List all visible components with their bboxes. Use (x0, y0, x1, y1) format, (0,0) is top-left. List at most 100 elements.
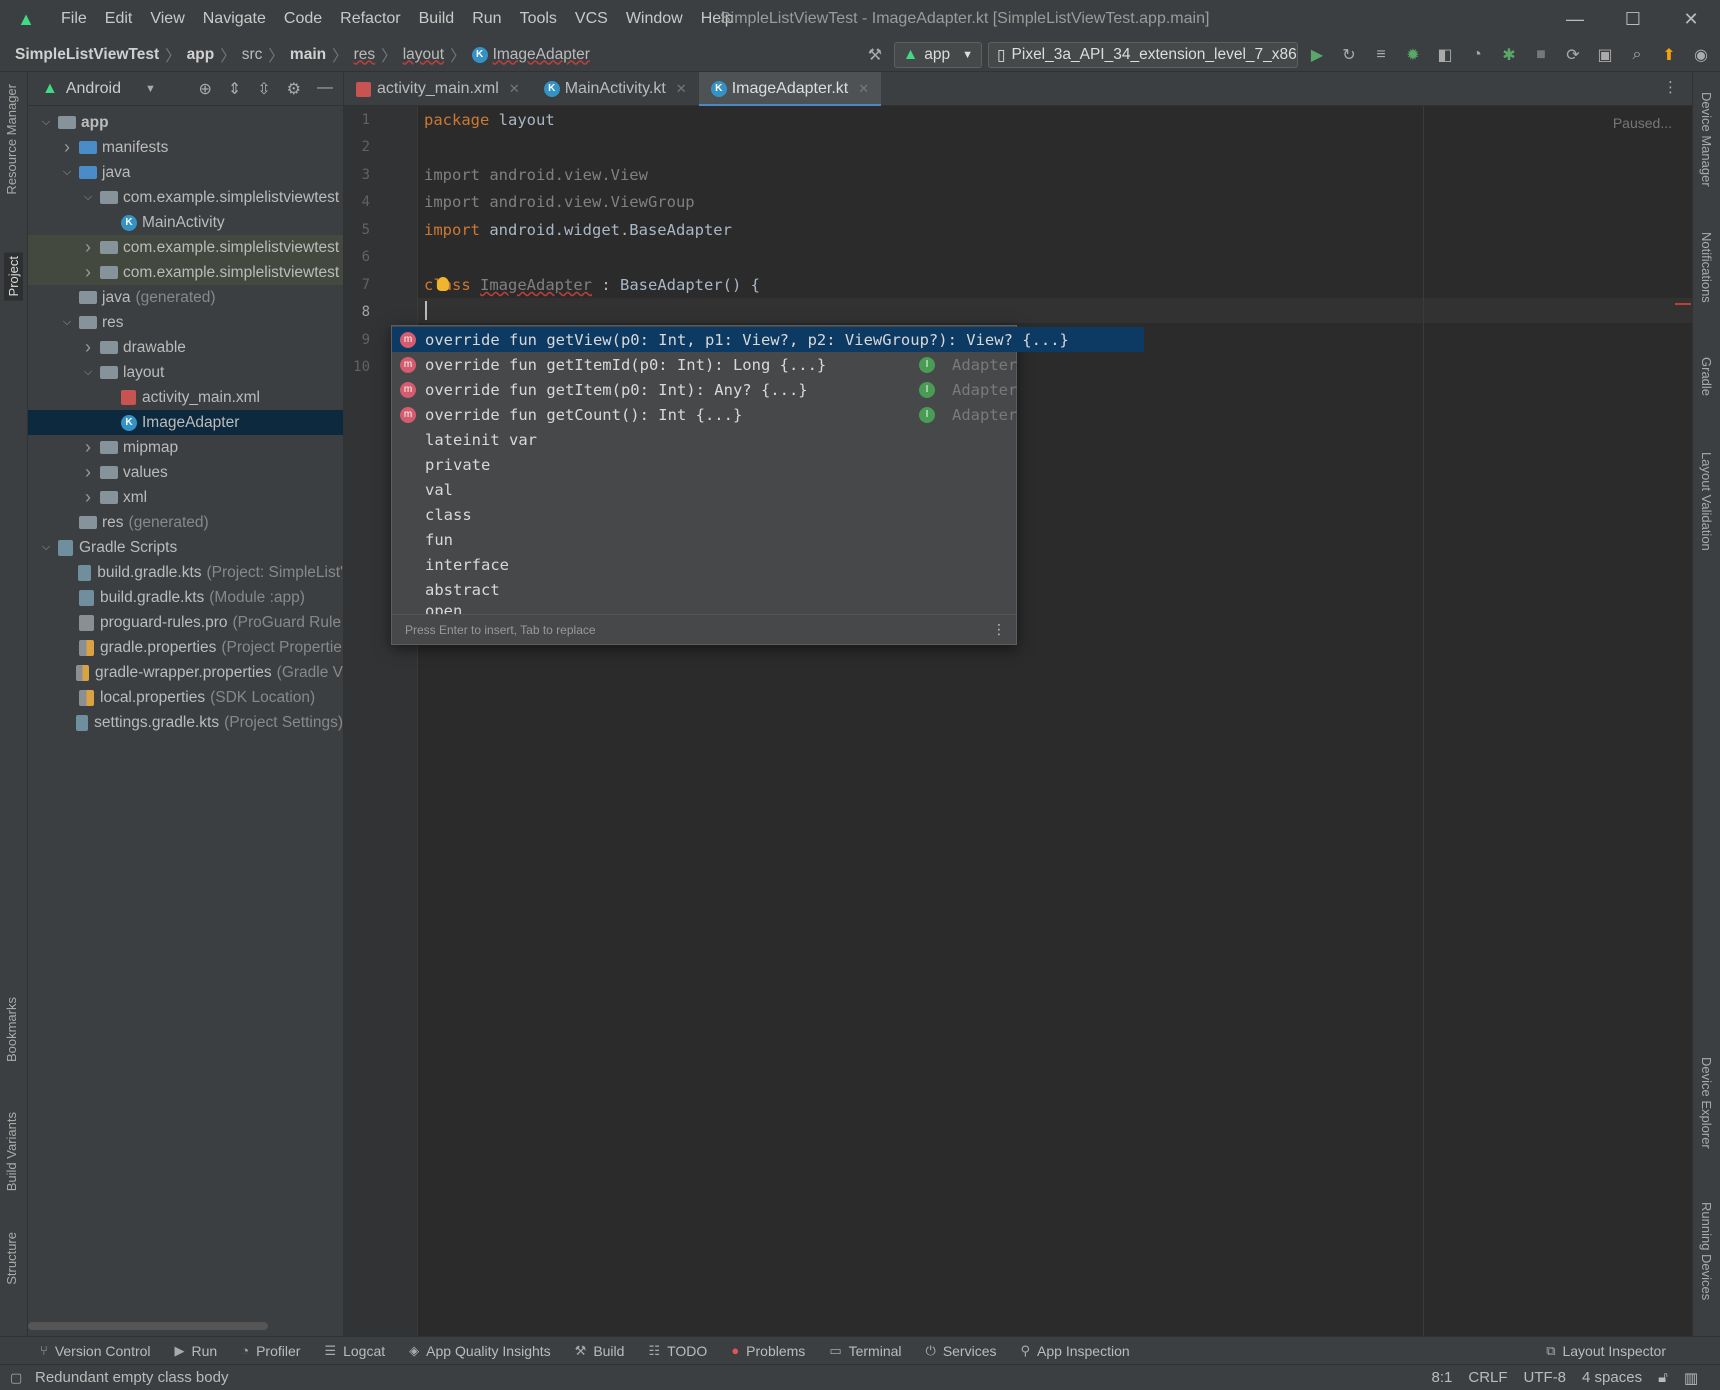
file-encoding[interactable]: UTF-8 (1524, 1369, 1567, 1387)
run-icon[interactable]: ▶ (1304, 42, 1330, 68)
tree-item[interactable]: › xml (28, 485, 343, 510)
tree-item[interactable]: K MainActivity (28, 210, 343, 235)
completion-item[interactable]: m override fun getView(p0: Int, p1: View?… (392, 327, 1144, 352)
completion-item[interactable]: m override fun getItem(p0: Int): Any? {..… (392, 377, 1017, 402)
app-quality-insights-tab[interactable]: ◈ App Quality Insights (409, 1343, 551, 1359)
device-manager-tab[interactable]: Device Manager (1699, 92, 1714, 187)
breadcrumb-src[interactable]: src (242, 46, 263, 64)
tree-item[interactable]: ⌵ layout (28, 360, 343, 385)
chevron-down-icon[interactable]: ⌵ (59, 166, 75, 179)
tree-item[interactable]: ⌵ com.example.simplelistviewtest (28, 185, 343, 210)
tree-item[interactable]: › values (28, 460, 343, 485)
tree-item[interactable]: ⌵ java (28, 160, 343, 185)
notifications-tab[interactable]: Notifications (1699, 232, 1714, 303)
completion-item[interactable]: private (392, 452, 1016, 477)
chevron-right-icon[interactable]: › (80, 487, 96, 508)
tree-item[interactable]: gradle.properties (Project Propertie (28, 635, 343, 660)
tree-item[interactable]: › com.example.simplelistviewtest (28, 260, 343, 285)
attach-debugger-icon[interactable]: ✱ (1496, 42, 1522, 68)
menu-navigate[interactable]: Navigate (194, 0, 275, 38)
menu-view[interactable]: View (141, 0, 193, 38)
breadcrumb-project[interactable]: SimpleListViewTest (15, 46, 159, 64)
chevron-down-icon[interactable]: ⌵ (80, 366, 96, 379)
menu-vcs[interactable]: VCS (566, 0, 617, 38)
chevron-down-icon[interactable]: ⌵ (59, 316, 75, 329)
chevron-down-icon[interactable]: ⌵ (38, 116, 54, 129)
more-icon[interactable]: ⋮ (992, 621, 1006, 638)
bookmarks-tab[interactable]: Bookmarks (4, 997, 19, 1062)
gradle-tab[interactable]: Gradle (1699, 357, 1714, 396)
coverage-icon[interactable]: ◧ (1432, 42, 1458, 68)
tree-item[interactable]: › manifests (28, 135, 343, 160)
line-separator[interactable]: CRLF (1468, 1369, 1507, 1387)
menu-build[interactable]: Build (410, 0, 464, 38)
completion-item[interactable]: fun (392, 527, 1016, 552)
apply-changes-icon[interactable]: ≡ (1368, 42, 1394, 68)
running-devices-tab[interactable]: Running Devices (1699, 1202, 1714, 1300)
terminal-tab[interactable]: ▭ Terminal (829, 1343, 901, 1359)
completion-item[interactable]: val (392, 477, 1016, 502)
completion-item[interactable]: open (392, 602, 1016, 614)
completion-item[interactable]: class (392, 502, 1016, 527)
project-view-select[interactable]: Android (66, 80, 121, 98)
build-variants-tab[interactable]: Build Variants (4, 1112, 19, 1191)
layout-validation-tab[interactable]: Layout Validation (1699, 452, 1714, 551)
completion-item[interactable]: interface (392, 552, 1016, 577)
device-select[interactable]: ▯ Pixel_3a_API_34_extension_level_7_x86..… (988, 42, 1298, 68)
tree-item[interactable]: › com.example.simplelistviewtest (28, 235, 343, 260)
app-inspection-tab[interactable]: ⚲ App Inspection (1021, 1343, 1130, 1359)
menu-run[interactable]: Run (463, 0, 510, 38)
chevron-down-icon[interactable]: ⌵ (38, 541, 54, 554)
tree-item[interactable]: K ImageAdapter (28, 410, 343, 435)
chevron-right-icon[interactable]: › (80, 237, 96, 258)
tree-item[interactable]: res (generated) (28, 510, 343, 535)
collapse-all-icon[interactable]: ⇳ (257, 79, 270, 99)
logcat-tab[interactable]: ☰ Logcat (324, 1343, 385, 1359)
layout-inspector-tab[interactable]: ⧉ Layout Inspector (1546, 1343, 1666, 1359)
run-config-select[interactable]: ▲ app ▼ (893, 42, 982, 68)
run-tab[interactable]: ▶ Run (175, 1343, 218, 1359)
profiler-tab[interactable]: ◔ Profiler (241, 1343, 300, 1359)
services-tab[interactable]: ⏻ Services (926, 1343, 997, 1359)
tree-item[interactable]: build.gradle.kts (Module :app) (28, 585, 343, 610)
chevron-right-icon[interactable]: › (80, 337, 96, 358)
tree-item[interactable]: java (generated) (28, 285, 343, 310)
chevron-right-icon[interactable]: › (80, 262, 96, 283)
chevron-down-icon[interactable]: ▼ (145, 83, 156, 95)
caret-position[interactable]: 8:1 (1432, 1369, 1453, 1387)
lightbulb-icon[interactable] (437, 277, 449, 291)
status-toggle-icon[interactable]: ▢ (10, 1370, 22, 1386)
close-icon[interactable]: ✕ (858, 81, 869, 97)
more-icon[interactable]: ⋮ (1663, 78, 1678, 96)
account-icon[interactable]: ◉ (1688, 42, 1714, 68)
indent-setting[interactable]: 4 spaces (1582, 1369, 1642, 1387)
chevron-down-icon[interactable]: ⌵ (80, 191, 96, 204)
device-manager-icon[interactable]: ▣ (1592, 42, 1618, 68)
update-icon[interactable]: ⬆ (1656, 42, 1682, 68)
project-tab[interactable]: Project (4, 252, 23, 301)
chevron-right-icon[interactable]: › (59, 137, 75, 158)
gear-icon[interactable]: ⚙ (287, 79, 301, 99)
breadcrumb-module[interactable]: app (187, 46, 215, 64)
maximize-icon[interactable]: ☐ (1604, 0, 1662, 38)
completion-item[interactable]: abstract (392, 577, 1016, 602)
completion-item[interactable]: m override fun getItemId(p0: Int): Long {… (392, 352, 1017, 377)
build-tab[interactable]: ⚒ Build (575, 1343, 625, 1359)
menu-refactor[interactable]: Refactor (331, 0, 409, 38)
error-stripe-marker[interactable] (1675, 303, 1691, 305)
hammer-icon[interactable]: ⚒ (862, 42, 888, 68)
tree-item[interactable]: › mipmap (28, 435, 343, 460)
tab-main-activity-kt[interactable]: K MainActivity.kt ✕ (532, 72, 699, 106)
breadcrumb-main[interactable]: main (290, 46, 326, 64)
chevron-right-icon[interactable]: › (80, 437, 96, 458)
memory-indicator-icon[interactable]: ▥ (1684, 1369, 1698, 1387)
tab-activity-main-xml[interactable]: activity_main.xml ✕ (344, 72, 532, 106)
breadcrumb-res[interactable]: res (354, 46, 376, 64)
resource-manager-tab[interactable]: Resource Manager (4, 84, 19, 195)
tree-item[interactable]: settings.gradle.kts (Project Settings) (28, 710, 343, 735)
tab-image-adapter-kt[interactable]: K ImageAdapter.kt ✕ (698, 72, 882, 107)
menu-code[interactable]: Code (275, 0, 331, 38)
tree-item[interactable]: ⌵ Gradle Scripts (28, 535, 343, 560)
menu-window[interactable]: Window (617, 0, 692, 38)
completion-item[interactable]: lateinit var (392, 427, 1016, 452)
